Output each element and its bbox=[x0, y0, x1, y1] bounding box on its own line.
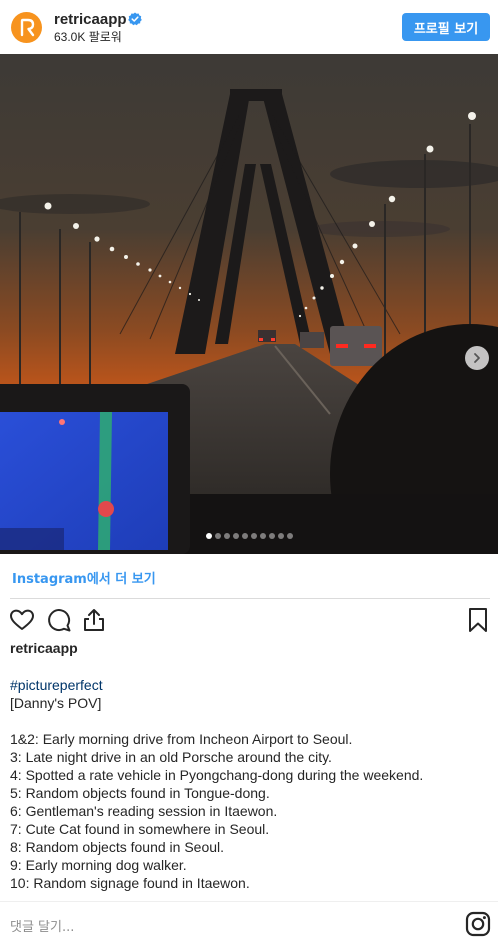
carousel-indicator bbox=[0, 533, 498, 539]
chevron-right-icon bbox=[474, 353, 480, 363]
add-comment-input[interactable]: 댓글 달기... bbox=[10, 916, 74, 935]
view-more-on-instagram-link[interactable]: Instagram에서 더 보기 bbox=[12, 568, 156, 587]
caption-line: 9: Early morning dog walker. bbox=[10, 857, 187, 873]
caption-line: 3: Late night drive in an old Porsche ar… bbox=[10, 749, 332, 765]
instagram-icon[interactable] bbox=[465, 911, 491, 937]
carousel-dot bbox=[232, 533, 239, 539]
action-bar bbox=[0, 604, 498, 636]
caption-line: 6: Gentleman's reading session in Itaewo… bbox=[10, 803, 278, 819]
verified-badge-icon bbox=[128, 12, 142, 26]
retrica-logo-icon bbox=[20, 18, 35, 37]
caption-subtitle: [Danny's POV] bbox=[10, 695, 102, 711]
caption-line: 5: Random objects found in Tongue-dong. bbox=[10, 785, 270, 801]
carousel-dot bbox=[223, 533, 230, 539]
next-slide-button[interactable] bbox=[465, 346, 489, 370]
heart-icon[interactable] bbox=[8, 606, 36, 634]
avatar[interactable] bbox=[11, 12, 42, 43]
comment-icon[interactable] bbox=[45, 606, 73, 634]
carousel-dot bbox=[277, 533, 284, 539]
caption-line: 8: Random objects found in Seoul. bbox=[10, 839, 225, 855]
bookmark-icon[interactable] bbox=[464, 606, 492, 634]
carousel-dot bbox=[205, 533, 212, 539]
caption-line: 10: Random signage found in Itaewon. bbox=[10, 875, 250, 891]
share-icon[interactable] bbox=[80, 606, 108, 634]
carousel-dot bbox=[214, 533, 221, 539]
caption-username[interactable]: retricaapp bbox=[10, 640, 78, 656]
post-photo[interactable] bbox=[0, 54, 498, 554]
hashtag-link[interactable]: #pictureperfect bbox=[10, 676, 490, 694]
carousel-dot bbox=[241, 533, 248, 539]
follower-count: 63.0K 팔로워 bbox=[54, 30, 122, 44]
divider bbox=[10, 598, 490, 599]
header-username[interactable]: retricaapp bbox=[54, 11, 127, 28]
caption-text: #pictureperfect [Danny's POV] 1&2: Early… bbox=[10, 676, 490, 892]
carousel-dot bbox=[250, 533, 257, 539]
carousel-dot bbox=[286, 533, 293, 539]
bridge-night-drive-photo bbox=[0, 54, 498, 554]
caption-line: 1&2: Early morning drive from Incheon Ai… bbox=[10, 731, 353, 747]
view-profile-button[interactable]: 프로필 보기 bbox=[402, 13, 490, 41]
caption-line: 4: Spotted a rate vehicle in Pyongchang-… bbox=[10, 767, 424, 783]
caption-line: 7: Cute Cat found in somewhere in Seoul. bbox=[10, 821, 270, 837]
divider bbox=[0, 901, 498, 902]
carousel-dot bbox=[259, 533, 266, 539]
carousel-dot bbox=[268, 533, 275, 539]
post-header: retricaapp 63.0K 팔로워 프로필 보기 bbox=[0, 0, 498, 54]
